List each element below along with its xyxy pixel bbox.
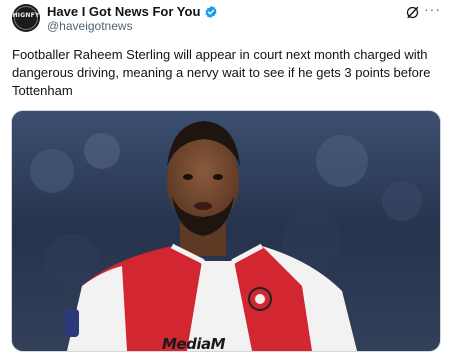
verified-badge-icon: [205, 5, 217, 18]
author-avatar[interactable]: HIGNFY: [12, 4, 40, 32]
avatar-logo-text: HIGNFY: [12, 12, 40, 19]
shirt-sponsor-text: MediaM: [162, 335, 226, 352]
tweet-media-photo[interactable]: MediaM: [11, 110, 441, 352]
photo-illustration: [12, 111, 440, 351]
author-name-row: Have I Got News For You: [47, 4, 218, 19]
grok-icon[interactable]: [405, 5, 420, 20]
author-display-name[interactable]: Have I Got News For You: [47, 4, 200, 19]
author-handle[interactable]: @haveigotnews: [47, 19, 133, 33]
more-options-icon[interactable]: ···: [424, 1, 441, 17]
tweet-text: Footballer Raheem Sterling will appear i…: [12, 47, 431, 98]
